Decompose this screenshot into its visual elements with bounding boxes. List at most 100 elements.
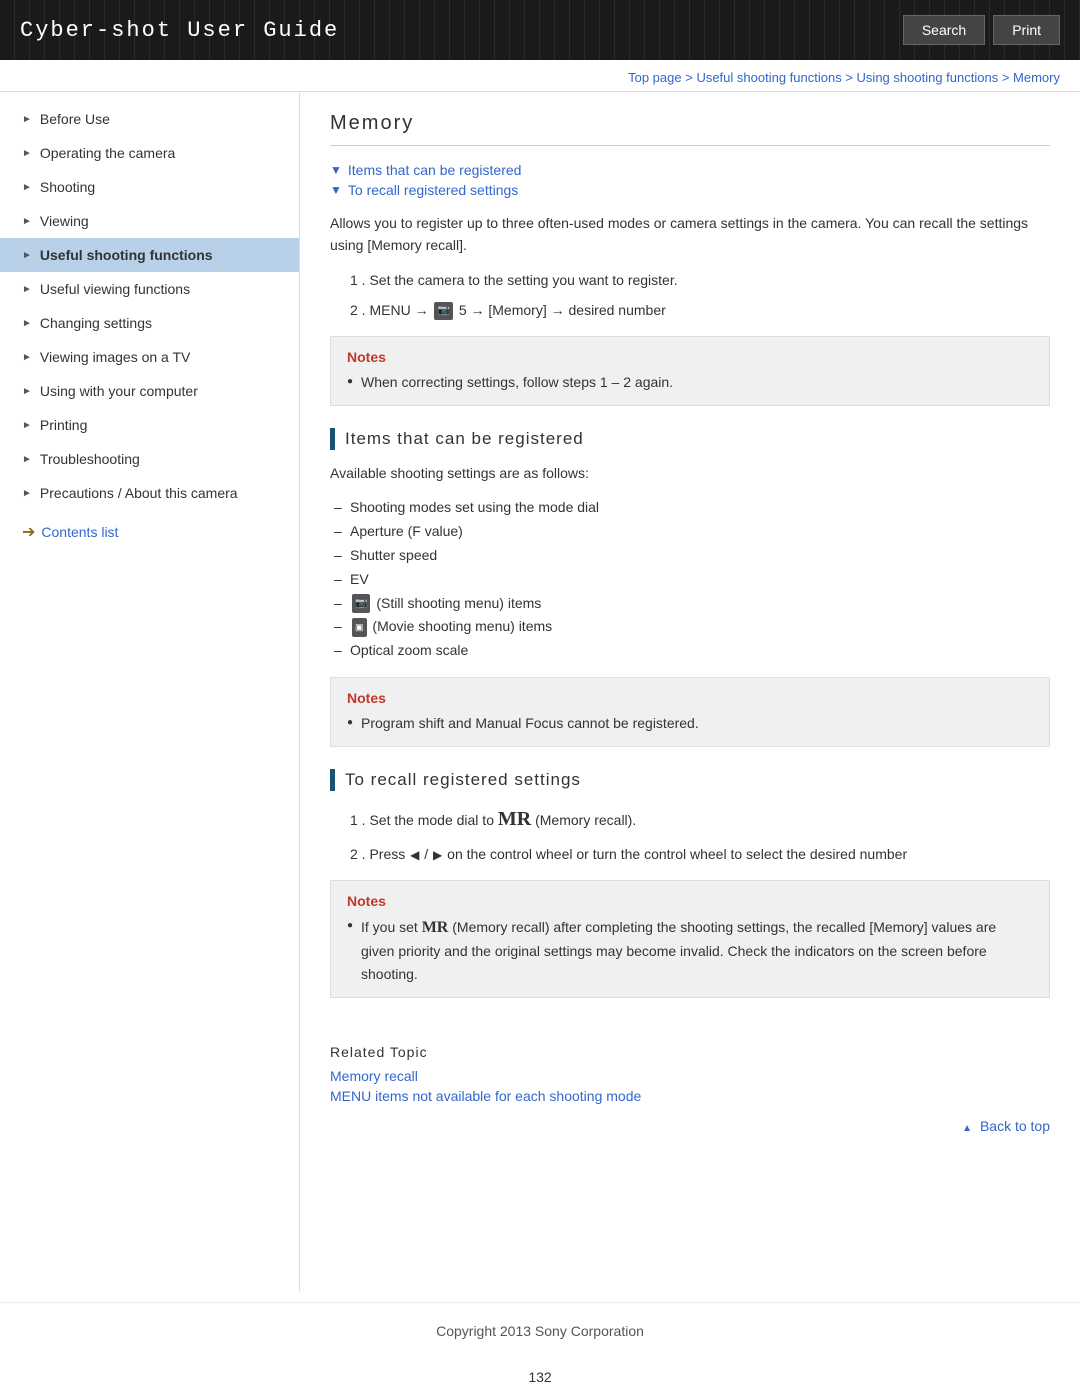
sidebar-item-label: Useful shooting functions — [40, 247, 213, 263]
notes-title-3: Notes — [347, 893, 1033, 909]
recall-step-1: 1 . Set the mode dial to MR (Memory reca… — [350, 803, 1050, 835]
arrow-icon: ► — [22, 420, 32, 431]
copyright: Copyright 2013 Sony Corporation — [436, 1323, 644, 1339]
sidebar-item-useful-shooting[interactable]: ► Useful shooting functions — [0, 238, 299, 272]
breadcrumb-using-shooting[interactable]: Using shooting functions — [857, 70, 999, 85]
sidebar-item-viewing-tv[interactable]: ► Viewing images on a TV — [0, 340, 299, 374]
sidebar-item-label: Operating the camera — [40, 145, 175, 161]
recall-step-2: 2 . Press ◀ / ▶ on the control wheel or … — [350, 843, 1050, 865]
anchor-link-items[interactable]: ▼ Items that can be registered — [330, 162, 1050, 178]
arrow-icon: ► — [22, 352, 32, 363]
arrow-icon: ► — [22, 182, 32, 193]
sidebar-item-printing[interactable]: ► Printing — [0, 408, 299, 442]
section-title-2: To recall registered settings — [345, 770, 581, 790]
notes-title-2: Notes — [347, 690, 1033, 706]
print-button[interactable]: Print — [993, 15, 1060, 45]
list-item-7: Optical zoom scale — [330, 639, 1050, 663]
breadcrumb-top[interactable]: Top page — [628, 70, 682, 85]
site-title: Cyber-shot User Guide — [20, 18, 339, 43]
arrow-icon: ► — [22, 114, 32, 125]
section-heading-2: To recall registered settings — [330, 769, 1050, 791]
arrow-icon: ► — [22, 454, 32, 465]
arrow-icon: ► — [22, 488, 32, 499]
arrow-icon: ► — [22, 284, 32, 295]
sidebar-item-label: Shooting — [40, 179, 95, 195]
camera-still-icon: 📷 — [352, 594, 370, 613]
sidebar-item-label: Precautions / About this camera — [40, 485, 238, 501]
arrow-icon: ► — [22, 216, 32, 227]
sidebar-item-label: Printing — [40, 417, 87, 433]
right-arrow-icon: ▶ — [433, 848, 442, 862]
list-item-4: EV — [330, 568, 1050, 592]
list-item-6: ▣ (Movie shooting menu) items — [330, 615, 1050, 639]
left-arrow-icon: ◀ — [410, 848, 419, 862]
notes-box-3: Notes If you set MR (Memory recall) afte… — [330, 880, 1050, 998]
sidebar-item-computer[interactable]: ► Using with your computer — [0, 374, 299, 408]
sidebar-item-precautions[interactable]: ► Precautions / About this camera — [0, 476, 299, 510]
step-1: 1 . Set the camera to the setting you wa… — [350, 269, 1050, 291]
main-layout: ► Before Use ► Operating the camera ► Sh… — [0, 92, 1080, 1292]
breadcrumb-useful-shooting[interactable]: Useful shooting functions — [696, 70, 841, 85]
related-topic-title: Related Topic — [330, 1044, 1050, 1060]
page-number: 132 — [0, 1359, 1080, 1395]
section-bar-icon-2 — [330, 769, 335, 791]
notes-title-1: Notes — [347, 349, 1033, 365]
triangle-down-icon: ▼ — [330, 183, 342, 197]
notes-box-2: Notes Program shift and Manual Focus can… — [330, 677, 1050, 747]
anchor-link-recall[interactable]: ▼ To recall registered settings — [330, 182, 1050, 198]
sidebar-item-troubleshooting[interactable]: ► Troubleshooting — [0, 442, 299, 476]
mr-inline: MR — [422, 919, 449, 936]
page-header: Cyber-shot User Guide Search Print — [0, 0, 1080, 60]
sidebar-item-label: Viewing — [40, 213, 89, 229]
sidebar-item-label: Viewing images on a TV — [40, 349, 190, 365]
list-item-1: Shooting modes set using the mode dial — [330, 496, 1050, 520]
sidebar-item-label: Using with your computer — [40, 383, 198, 399]
contents-list-link[interactable]: ➔ Contents list — [0, 510, 299, 554]
contents-link-label: Contents list — [41, 524, 118, 540]
sidebar-item-before-use[interactable]: ► Before Use — [0, 102, 299, 136]
notes-item-2: Program shift and Manual Focus cannot be… — [347, 712, 1033, 734]
sidebar-item-viewing[interactable]: ► Viewing — [0, 204, 299, 238]
step2-number: 5 → [Memory] → desired number — [459, 302, 666, 318]
related-topic: Related Topic Memory recall MENU items n… — [330, 1028, 1050, 1104]
back-to-top[interactable]: ▲ Back to top — [330, 1108, 1050, 1138]
notes-item-1: When correcting settings, follow steps 1… — [347, 371, 1033, 393]
breadcrumb: Top page > Useful shooting functions > U… — [0, 60, 1080, 92]
sidebar-item-shooting[interactable]: ► Shooting — [0, 170, 299, 204]
related-link-menu-items[interactable]: MENU items not available for each shooti… — [330, 1088, 1050, 1104]
sidebar-item-label: Troubleshooting — [40, 451, 140, 467]
main-content: Memory ▼ Items that can be registered ▼ … — [300, 92, 1080, 1158]
notes-box-1: Notes When correcting settings, follow s… — [330, 336, 1050, 406]
sidebar: ► Before Use ► Operating the camera ► Sh… — [0, 92, 300, 1292]
section1-intro: Available shooting settings are as follo… — [330, 462, 1050, 484]
arrow-icon: ► — [22, 148, 32, 159]
list-item-5: 📷 (Still shooting menu) items — [330, 592, 1050, 616]
section-title-1: Items that can be registered — [345, 429, 584, 449]
sidebar-item-useful-viewing[interactable]: ► Useful viewing functions — [0, 272, 299, 306]
mr-text: MR — [498, 808, 531, 830]
triangle-down-icon: ▼ — [330, 163, 342, 177]
camera-icon: 📷 — [434, 302, 452, 320]
sidebar-item-operating[interactable]: ► Operating the camera — [0, 136, 299, 170]
sidebar-item-label: Useful viewing functions — [40, 281, 190, 297]
page-title: Memory — [330, 112, 1050, 146]
list-item-2: Aperture (F value) — [330, 520, 1050, 544]
notes-item-3: If you set MR (Memory recall) after comp… — [347, 915, 1033, 985]
arrow-icon: ► — [22, 318, 32, 329]
related-link-memory-recall[interactable]: Memory recall — [330, 1068, 1050, 1084]
intro-text: Allows you to register up to three often… — [330, 212, 1050, 257]
sidebar-item-label: Changing settings — [40, 315, 152, 331]
camera-movie-icon: ▣ — [352, 618, 367, 637]
anchor-links: ▼ Items that can be registered ▼ To reca… — [330, 162, 1050, 198]
breadcrumb-memory[interactable]: Memory — [1013, 70, 1060, 85]
search-button[interactable]: Search — [903, 15, 985, 45]
step-2: 2 . MENU → 📷 5 → [Memory] → desired numb… — [350, 299, 1050, 321]
back-to-top-label: Back to top — [980, 1118, 1050, 1134]
sidebar-item-label: Before Use — [40, 111, 110, 127]
list-item-3: Shutter speed — [330, 544, 1050, 568]
section-heading-1: Items that can be registered — [330, 428, 1050, 450]
sidebar-item-changing-settings[interactable]: ► Changing settings — [0, 306, 299, 340]
step2-prefix: 2 . MENU → — [350, 302, 432, 318]
arrow-icon: ► — [22, 386, 32, 397]
arrow-icon: ► — [22, 250, 32, 261]
